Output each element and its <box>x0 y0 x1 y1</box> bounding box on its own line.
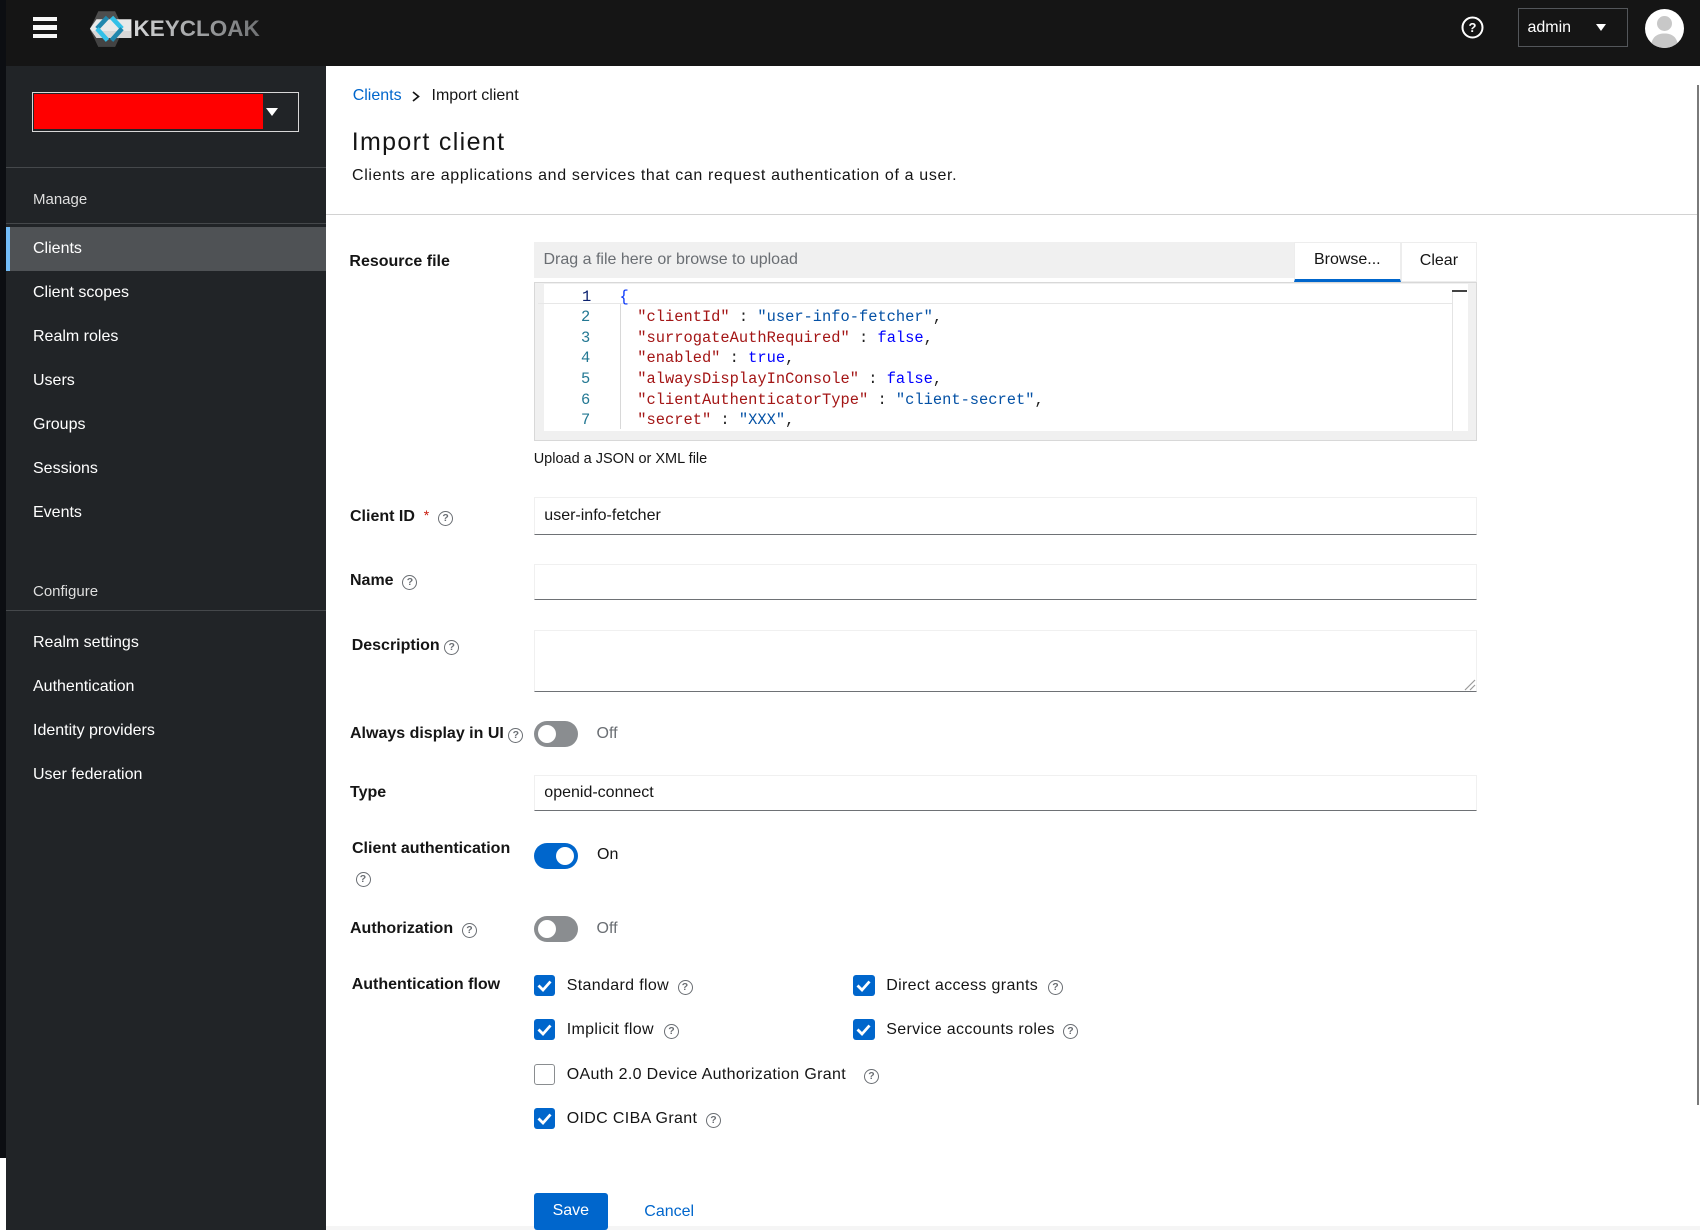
svg-text:?: ? <box>1469 20 1477 35</box>
